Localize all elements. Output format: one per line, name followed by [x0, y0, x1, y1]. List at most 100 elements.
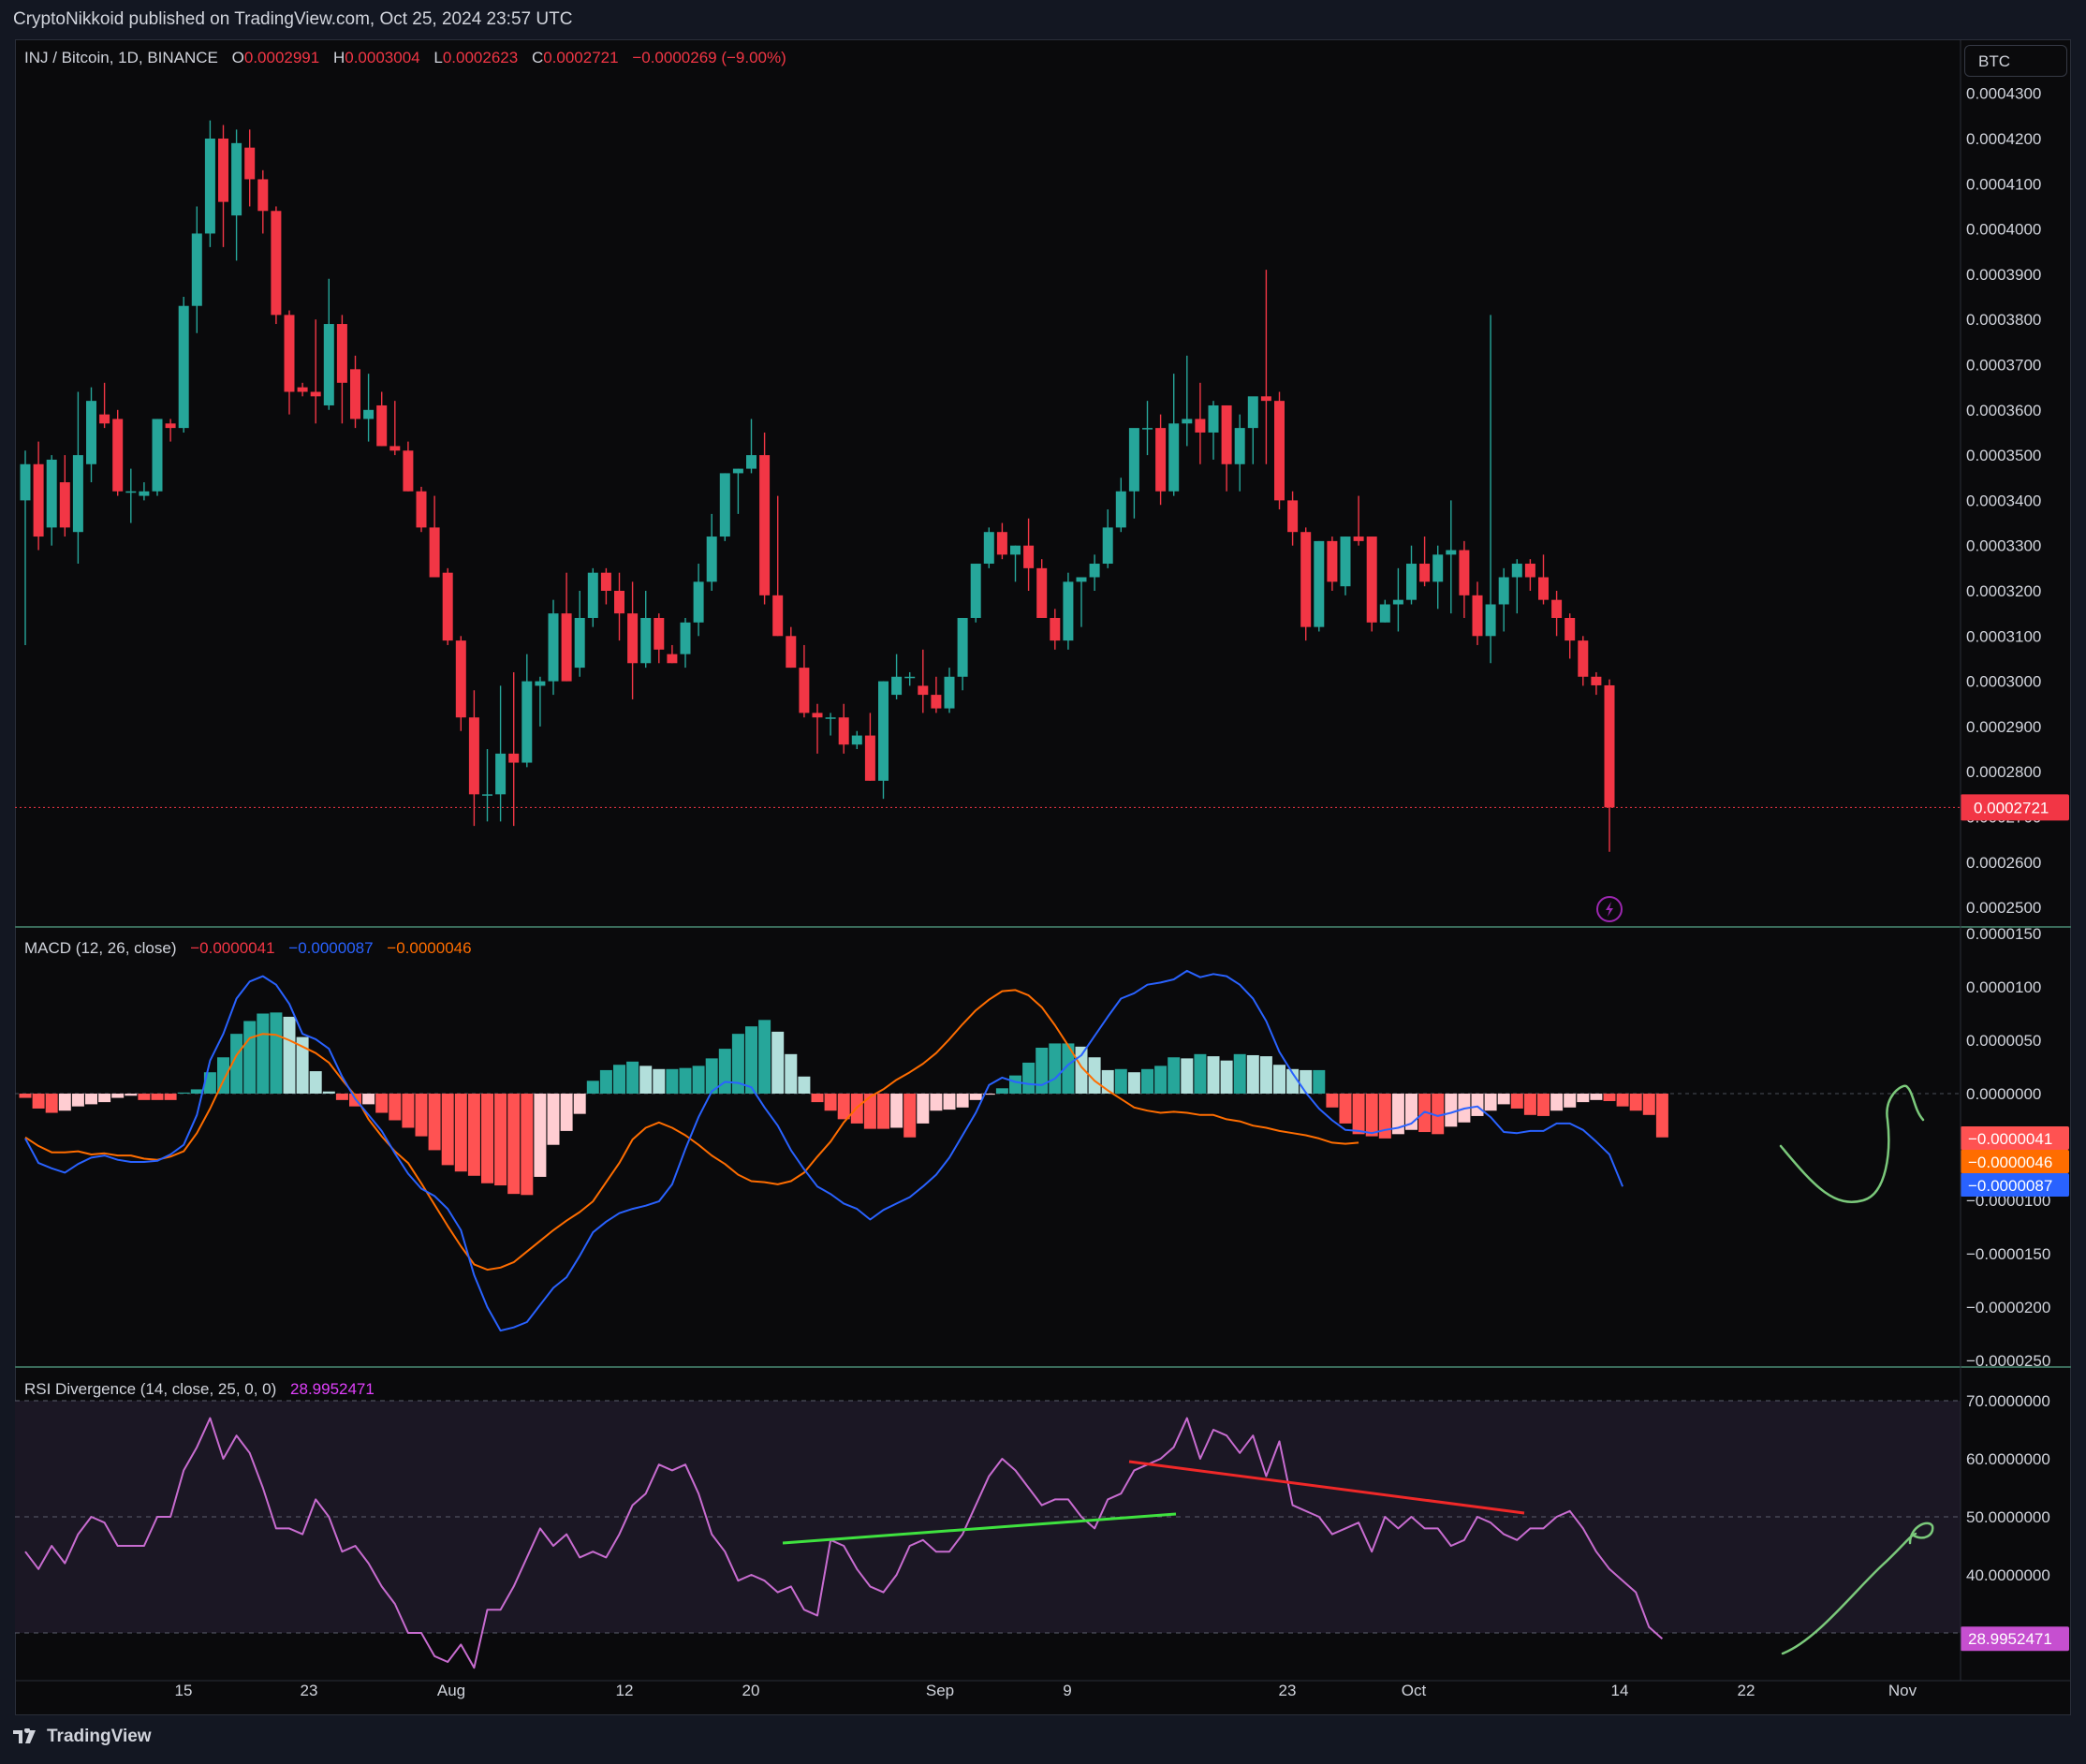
candle: [1578, 636, 1589, 686]
candle: [1168, 374, 1180, 496]
macd-hist-bar: [98, 1094, 111, 1103]
candle-body: [178, 305, 189, 429]
candle: [455, 636, 466, 731]
candle-body: [191, 233, 202, 306]
macd-hist-bar: [1564, 1094, 1577, 1108]
macd-hist-bar: [653, 1068, 666, 1094]
macd-title: MACD (12, 26, close): [24, 939, 177, 957]
time-axis-label: 23: [301, 1682, 318, 1699]
candle: [1234, 414, 1245, 492]
candle-body: [165, 423, 176, 429]
candle: [522, 654, 533, 768]
time-axis-label: Aug: [437, 1682, 465, 1699]
candle-body: [746, 455, 757, 469]
price-axis-label: 0.0002600: [1966, 854, 2041, 872]
macd-hist-bar: [1326, 1094, 1339, 1108]
macd-hist-bar: [1655, 1094, 1668, 1138]
candle-body: [1459, 550, 1470, 595]
macd-hist-bar: [1523, 1094, 1536, 1115]
candle-body: [244, 147, 256, 180]
macd-hist-bar: [1510, 1094, 1523, 1109]
macd-hist-bar: [1642, 1094, 1655, 1115]
candle: [1340, 537, 1351, 595]
macd-hist-bar: [1009, 1075, 1021, 1094]
last-price-label: 0.0002721: [1974, 799, 2049, 816]
macd-hist-bar: [467, 1094, 480, 1176]
macd-hist-bar: [1497, 1094, 1510, 1105]
rsi-title: RSI Divergence (14, close, 25, 0, 0): [24, 1380, 277, 1398]
macd-hist-bar: [1365, 1094, 1378, 1137]
candle-body: [1063, 581, 1074, 641]
candle: [1300, 527, 1312, 641]
candle-body: [891, 676, 903, 696]
candle-body: [1432, 554, 1444, 582]
candle-body: [284, 315, 295, 392]
candle: [1063, 572, 1074, 650]
macd-hist-bar: [177, 1092, 190, 1094]
candle-body: [1023, 545, 1035, 568]
candle: [640, 591, 652, 669]
candle: [944, 668, 955, 713]
currency-button[interactable]: BTC: [1964, 45, 2067, 77]
candle-body: [693, 581, 704, 623]
candle: [1379, 599, 1390, 623]
macd-pane: 0.0000150 0.0000100 0.0000050 0.0000000 −0.0…: [15, 925, 2069, 1370]
macd-hist-bar: [1207, 1056, 1220, 1094]
candle-body: [548, 613, 559, 682]
macd-hist-bar: [481, 1094, 493, 1183]
candle: [1142, 401, 1153, 456]
candle: [231, 129, 242, 261]
macd-hist-bar: [322, 1091, 335, 1094]
macd-axis-label: −0.0000150: [1966, 1245, 2050, 1263]
time-axis-label: Oct: [1402, 1682, 1427, 1699]
macd-hist-bar: [573, 1094, 586, 1114]
rsi-pane: 70.0000000 60.0000000 50.0000000 40.0000000…: [15, 1392, 2069, 1669]
candle: [1485, 315, 1496, 664]
macd-hist-bar: [1246, 1054, 1259, 1094]
candle-body: [1195, 419, 1206, 433]
macd-hist-bar: [58, 1094, 71, 1111]
candle-body: [1208, 404, 1219, 433]
macd-axis-label: 0.0000150: [1966, 925, 2041, 943]
candle-body: [825, 717, 836, 719]
candle: [1366, 537, 1377, 632]
annotation-macd-curve: [1779, 1084, 1925, 1203]
price-axis-label: 0.0002500: [1966, 899, 2041, 917]
macd-hist-bar: [45, 1094, 58, 1113]
candle: [468, 690, 479, 827]
lightning-bolt: [1606, 902, 1613, 917]
candle: [284, 310, 295, 415]
macd-hist-bar: [969, 1094, 982, 1100]
candle: [20, 450, 31, 645]
macd-hist-bar: [534, 1094, 547, 1177]
candle: [667, 644, 678, 664]
macd-hist-bar: [666, 1068, 679, 1094]
chart-svg[interactable]: 0.0004300 0.0004200 0.0004100 0.0004000 0.00…: [0, 0, 2086, 1764]
candle: [864, 713, 875, 781]
candle-body: [1604, 684, 1615, 808]
candle-body: [996, 532, 1007, 555]
candle-body: [323, 324, 334, 405]
candle-body: [1538, 577, 1549, 600]
macd-hist-bar: [111, 1094, 125, 1098]
candle: [931, 676, 942, 713]
macd-hist-bar: [389, 1094, 402, 1121]
open-value: 0.0002991: [243, 49, 320, 66]
candle: [376, 391, 388, 447]
candle: [825, 713, 836, 736]
candle: [297, 382, 308, 397]
candle: [1604, 679, 1615, 852]
candle-body: [1142, 428, 1153, 430]
macd-hist-bar: [151, 1094, 164, 1100]
candle-body: [667, 654, 678, 664]
footer-brand[interactable]: TradingView: [13, 1727, 152, 1747]
candle-body: [363, 409, 375, 419]
candle-body: [231, 142, 242, 216]
candle-body: [468, 717, 479, 795]
candle-body: [838, 717, 849, 745]
macd-hist-bar: [995, 1088, 1008, 1094]
macd-hist-bar: [1339, 1094, 1352, 1124]
candle: [1419, 537, 1431, 587]
candle-body: [1155, 428, 1167, 492]
macd-hist-value: −0.0000041: [190, 939, 275, 957]
